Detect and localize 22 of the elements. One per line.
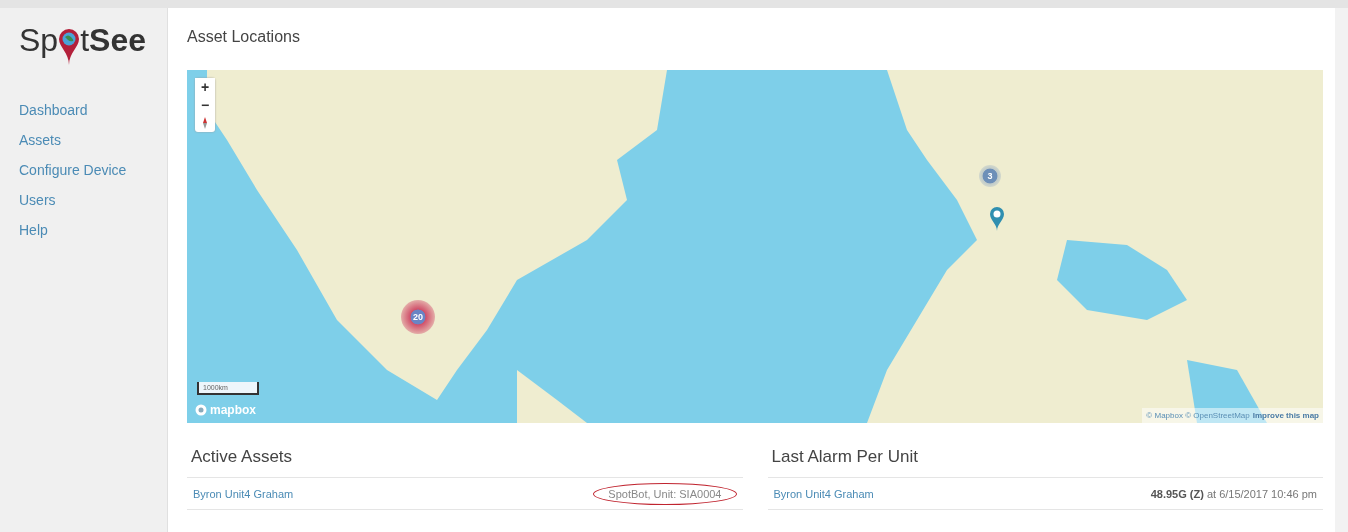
- map-pin-icon[interactable]: [989, 206, 1005, 232]
- spotsee-logo: Sp tSee: [19, 22, 167, 80]
- zoom-in-button[interactable]: +: [195, 78, 215, 96]
- scrollbar-track[interactable]: [1335, 8, 1348, 532]
- mapbox-logo-icon: [195, 404, 207, 416]
- sidebar-link[interactable]: Dashboard: [19, 102, 167, 118]
- mapbox-wordmark: mapbox: [210, 403, 256, 417]
- panel-title: Last Alarm Per Unit: [767, 441, 1323, 478]
- sidebar-link[interactable]: Users: [19, 192, 167, 208]
- sidebar-link[interactable]: Configure Device: [19, 162, 167, 178]
- sidebar-link[interactable]: Assets: [19, 132, 167, 148]
- asset-link[interactable]: Byron Unit4 Graham: [193, 487, 294, 500]
- asset-link[interactable]: Byron Unit4 Graham: [773, 487, 874, 500]
- cluster-marker[interactable]: 20: [401, 300, 435, 334]
- improve-map-link[interactable]: Improve this map: [1252, 411, 1319, 420]
- sidebar-link[interactable]: Help: [19, 222, 167, 238]
- panel-title: Active Assets: [187, 441, 743, 478]
- zoom-out-button[interactable]: −: [195, 96, 215, 114]
- alarm-reading: 48.95G (Z) at 6/15/2017 10:46 pm: [1150, 487, 1317, 500]
- page-title: Asset Locations: [187, 28, 301, 47]
- cluster-marker[interactable]: 3: [979, 165, 1001, 187]
- attribution-text: © Mapbox © OpenStreetMap: [1146, 411, 1250, 420]
